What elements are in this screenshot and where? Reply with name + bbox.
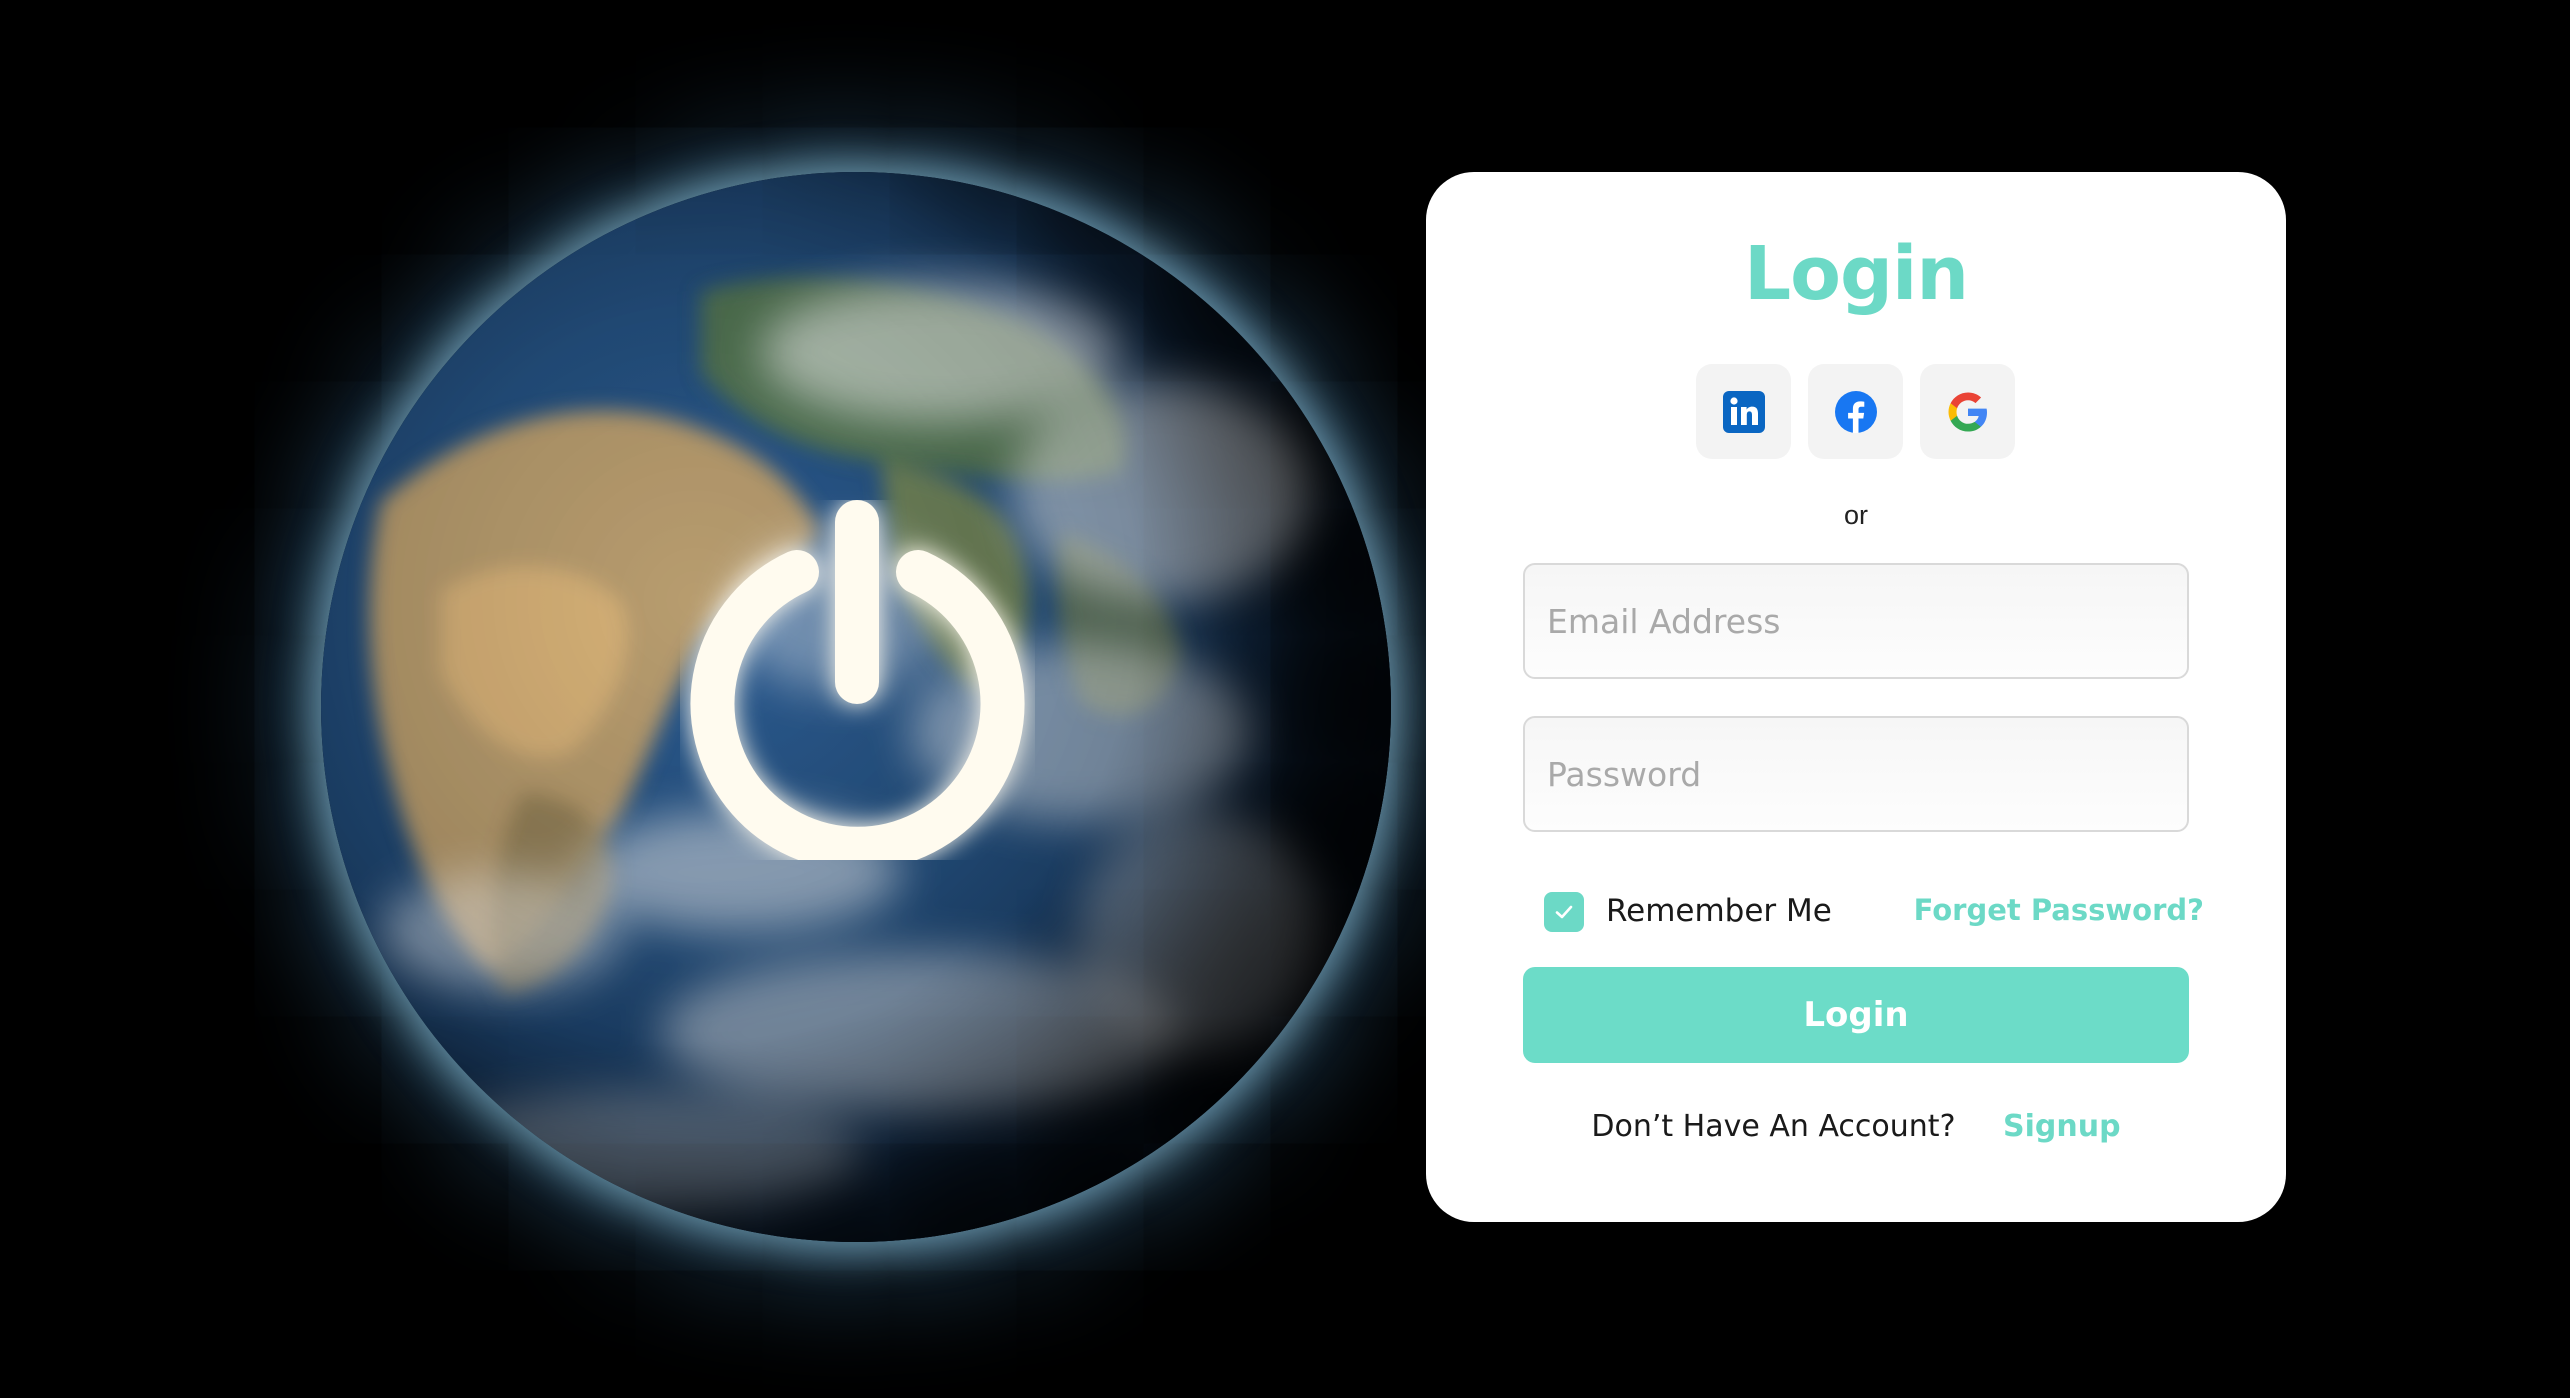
remember-me-label[interactable]: Remember Me [1606, 896, 1832, 927]
google-login-button[interactable] [1920, 364, 2015, 459]
login-card: Login or Email Address Remember Me Forge… [1426, 172, 2286, 1222]
social-login-row [1696, 364, 2015, 459]
login-screen: Login or Email Address Remember Me Forge… [0, 0, 2570, 1398]
remember-me-checkbox[interactable] [1544, 892, 1584, 932]
login-title: Login [1743, 231, 1969, 317]
google-icon [1948, 392, 1987, 431]
signup-prompt: Don’t Have An Account? [1591, 1109, 1956, 1144]
facebook-icon [1834, 390, 1877, 433]
linkedin-login-button[interactable] [1696, 364, 1791, 459]
forget-password-link[interactable]: Forget Password? [1914, 896, 2204, 925]
power-icon [680, 500, 1035, 871]
email-field[interactable] [1523, 563, 2189, 679]
login-button[interactable]: Login [1523, 967, 2189, 1063]
remember-forget-row: Remember Me Forget Password? [1544, 888, 2204, 936]
or-separator: or [1843, 500, 1868, 530]
signup-link[interactable]: Signup [2003, 1109, 2121, 1144]
signup-row: Don’t Have An Account? Signup [1426, 1112, 2286, 1142]
linkedin-icon [1722, 390, 1765, 433]
facebook-login-button[interactable] [1808, 364, 1903, 459]
password-field[interactable] [1523, 716, 2189, 832]
checkmark-icon [1555, 905, 1573, 919]
